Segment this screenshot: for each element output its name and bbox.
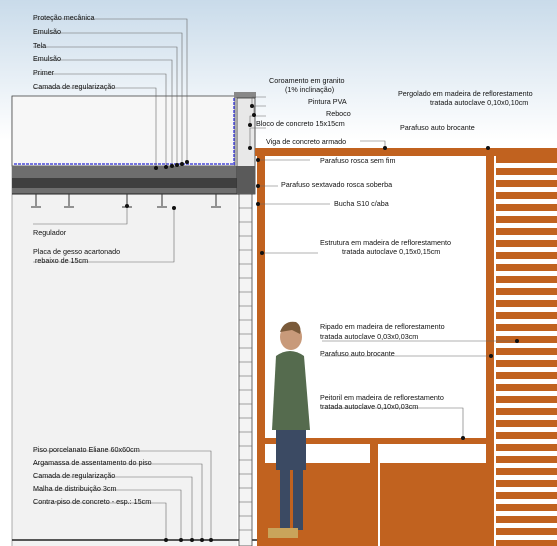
label-coroamento-1: Coroamento em granito	[269, 76, 345, 85]
label-estrutura-1: Estrutura em madeira de reflorestamento	[320, 238, 452, 247]
label-placa-gesso-1: Placa de gesso acartonado	[33, 247, 121, 256]
label-reboco: Reboco	[326, 109, 351, 118]
label-parafuso-auto-brocante: Parafuso auto brocante	[400, 123, 475, 132]
label-pergolado-1: Pergolado em madeira de reflorestamento	[398, 89, 533, 98]
beam-dark-band	[237, 166, 255, 194]
label-argamassa: Argamassa de assentamento do piso	[33, 458, 152, 467]
label-primer: Primer	[33, 68, 55, 77]
label-bucha: Bucha S10 c/aba	[334, 199, 389, 208]
label-camada-regularizacao-floor: Camada de regularização	[33, 471, 116, 480]
label-peitoril-2: tratada autoclave 0,10x0,03cm	[320, 402, 419, 411]
slat-screen	[496, 156, 557, 546]
label-emulsao-1: Emulsão	[33, 27, 61, 36]
label-regulador: Regulador	[33, 228, 67, 237]
label-piso-porcelanato: Piso porcelanato Eliane 60x60cm	[33, 445, 140, 454]
label-estrutura-2: tratada autoclave 0,15x0,15cm	[342, 247, 441, 256]
structure-column-mid	[370, 441, 378, 546]
label-malha-distribuicao: Malha de distribuição 3cm	[33, 484, 117, 493]
label-ripado-2: tratada autoclave 0,03x0,03cm	[320, 332, 419, 341]
label-contra-piso: Contra-piso de concreto - esp.: 15cm	[33, 497, 152, 506]
roof-protection-layer	[11, 95, 236, 167]
label-pintura-pva: Pintura PVA	[308, 97, 347, 106]
label-parafuso-sextavado: Parafuso sextavado rosca soberba	[281, 180, 393, 189]
structure-column-right	[486, 148, 494, 546]
structure-column-left	[257, 156, 265, 546]
label-placa-gesso-2: rebaixo de 15cm	[35, 256, 89, 265]
label-ripado-1: Ripado em madeira de reflorestamento	[320, 322, 445, 331]
pergola-beam	[255, 148, 557, 156]
label-viga-concreto: Viga de concreto armado	[266, 137, 347, 146]
label-protecao-mecanica: Proteção mecânica	[33, 13, 95, 22]
label-pergolado-2: tratada autoclave 0,10x0,10cm	[430, 98, 529, 107]
slab-dark-band	[12, 178, 240, 188]
label-coroamento-2: (1% inclinação)	[285, 85, 335, 94]
lower-panel-right	[380, 463, 486, 546]
label-parafuso-rosca: Parafuso rosca sem fim	[320, 156, 396, 165]
lower-panel-gap-right	[380, 444, 486, 463]
label-peitoril-1: Peitoril em madeira de reflorestamento	[320, 393, 444, 402]
label-emulsao-2: Emulsão	[33, 54, 61, 63]
label-camada-regularizacao-top: Camada de regularização	[33, 82, 116, 91]
label-tela: Tela	[33, 41, 47, 50]
label-parafuso-auto-brocante-2: Parafuso auto brocante	[320, 349, 395, 358]
label-bloco-concreto: Bloco de concreto 15x15cm	[256, 119, 345, 128]
